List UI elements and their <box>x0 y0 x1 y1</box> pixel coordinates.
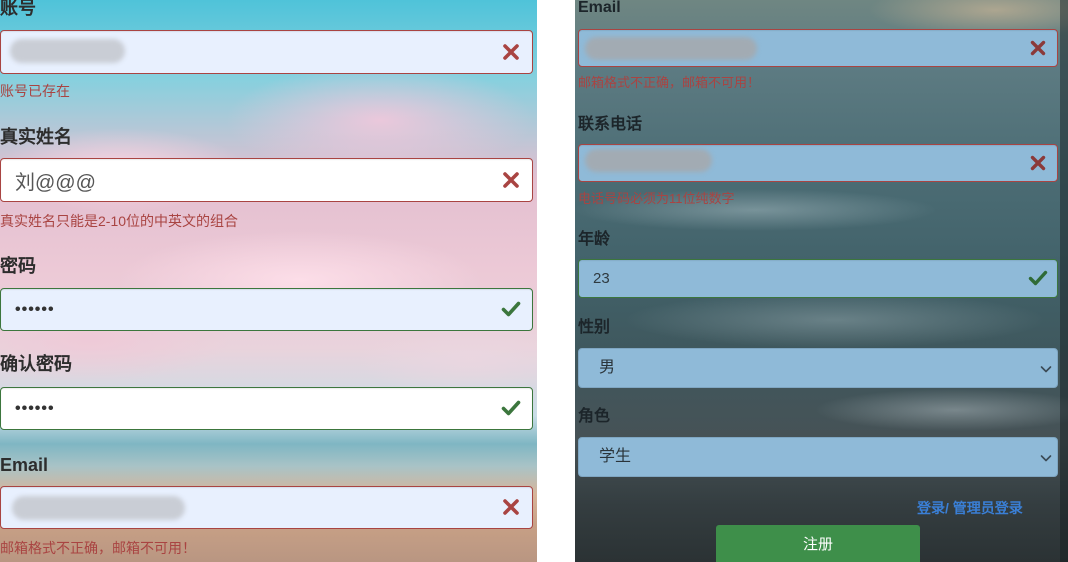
gender-selected-value: 男 <box>599 359 616 376</box>
times-icon <box>503 172 519 188</box>
check-icon <box>501 301 521 317</box>
chevron-down-icon <box>1040 366 1052 373</box>
real-name-error-message: 真实姓名只能是2-10位的中英文的组合 <box>0 213 239 229</box>
phone-error-message: 电话号码必须为11位纯数字 <box>578 191 735 206</box>
right-form-panel: Email 邮箱格式不正确，邮箱不可用！ 联系电话 电话号码必须为11位纯数字 … <box>575 0 1068 562</box>
role-selected-value: 学生 <box>599 448 632 465</box>
check-icon <box>1028 270 1048 286</box>
redacted-value-blur <box>12 496 185 520</box>
login-link[interactable]: 登录/ <box>917 500 949 516</box>
age-label: 年龄 <box>578 231 611 248</box>
email-error-message: 邮箱格式不正确，邮箱不可用！ <box>0 540 196 556</box>
register-button[interactable]: 注册 <box>716 525 920 562</box>
times-icon <box>1030 155 1046 171</box>
confirm-password-input[interactable] <box>0 387 533 430</box>
account-label: 账号 <box>0 0 36 18</box>
password-input[interactable] <box>0 288 533 331</box>
email-label: Email <box>0 455 49 475</box>
times-icon <box>503 44 519 60</box>
account-error-message: 账号已存在 <box>0 83 70 99</box>
email-label: Email <box>578 0 621 16</box>
email-error-message: 邮箱格式不正确，邮箱不可用！ <box>578 75 761 90</box>
gender-label: 性别 <box>578 319 611 336</box>
left-form-panel: 账号 账号已存在 真实姓名 真实姓名只能是2-10位的中英文的组合 密码 确认密… <box>0 0 537 562</box>
confirm-password-label: 确认密码 <box>0 354 72 374</box>
real-name-input[interactable] <box>0 158 533 202</box>
chevron-down-icon <box>1040 455 1052 462</box>
check-icon <box>501 400 521 416</box>
role-select[interactable]: 学生 <box>578 437 1058 477</box>
admin-login-link[interactable]: 管理员登录 <box>953 500 1023 516</box>
redacted-value-blur <box>10 39 125 63</box>
password-label: 密码 <box>0 256 36 276</box>
times-icon <box>1030 40 1046 56</box>
real-name-label: 真实姓名 <box>0 127 72 147</box>
age-input[interactable] <box>578 259 1058 298</box>
redacted-value-blur <box>585 37 757 60</box>
login-links: 登录/ 管理员登录 <box>917 498 1023 518</box>
redacted-value-blur <box>585 149 712 172</box>
role-label: 角色 <box>578 408 611 425</box>
page-edge-strip <box>1060 0 1068 562</box>
gender-select[interactable]: 男 <box>578 348 1058 388</box>
phone-label: 联系电话 <box>578 116 643 133</box>
times-icon <box>503 499 519 515</box>
